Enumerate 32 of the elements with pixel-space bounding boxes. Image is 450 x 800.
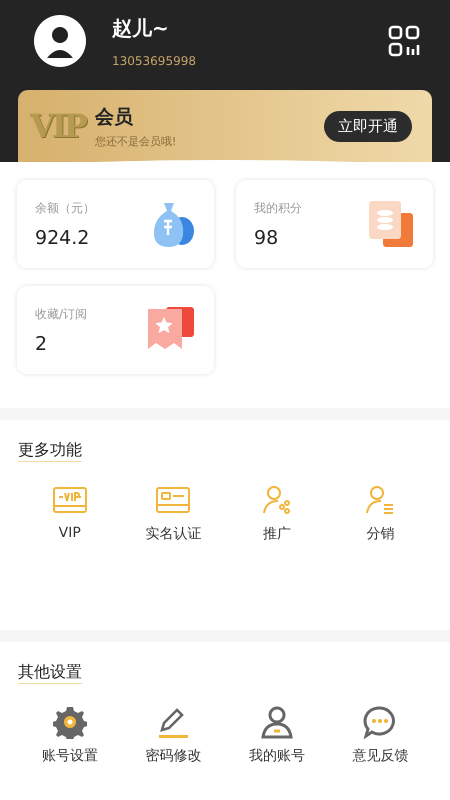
- stat-card[interactable]: 收藏/订阅 2: [17, 286, 214, 374]
- stat-value: 98: [254, 226, 280, 248]
- user-name: 赵儿~: [112, 14, 170, 42]
- qr-code-icon[interactable]: [388, 25, 420, 57]
- menu-item[interactable]: 账号设置: [18, 705, 122, 765]
- open-membership-button[interactable]: 立即开通: [324, 110, 412, 142]
- vip-subtitle: 您还不是会员哦!: [94, 134, 178, 148]
- person-list-icon: [365, 483, 396, 517]
- menu-item[interactable]: 推广: [225, 483, 328, 543]
- menu-item[interactable]: VIP: [18, 483, 122, 543]
- stat-value: 924.2: [35, 226, 90, 248]
- chat-bubble-icon: [363, 705, 398, 739]
- menu-item[interactable]: 我的账号: [225, 705, 328, 765]
- stat-card[interactable]: 我的积分 98: [236, 180, 433, 268]
- stat-label: 我的积分: [254, 200, 302, 216]
- section-title: 更多功能: [18, 440, 82, 462]
- vip-title: 会员: [94, 104, 134, 130]
- menu-item[interactable]: 意见反馈: [328, 705, 432, 765]
- vip-logo: VIP: [30, 107, 85, 145]
- user-icon: [260, 705, 294, 739]
- menu-item[interactable]: 密码修改: [122, 705, 225, 765]
- person-share-icon: [262, 483, 292, 517]
- menu-item[interactable]: 实名认证: [122, 483, 225, 543]
- stat-label: 余额（元）: [35, 200, 95, 216]
- stat-value: 2: [35, 332, 48, 354]
- stat-card[interactable]: 余额（元） 924.2: [17, 180, 214, 268]
- avatar[interactable]: [34, 15, 86, 67]
- settings-icon: [52, 705, 87, 739]
- menu-item[interactable]: 分销: [328, 483, 432, 543]
- stat-label: 收藏/订阅: [35, 306, 88, 322]
- section-title: 其他设置: [18, 662, 82, 684]
- phone-number: 13053695998: [112, 54, 197, 68]
